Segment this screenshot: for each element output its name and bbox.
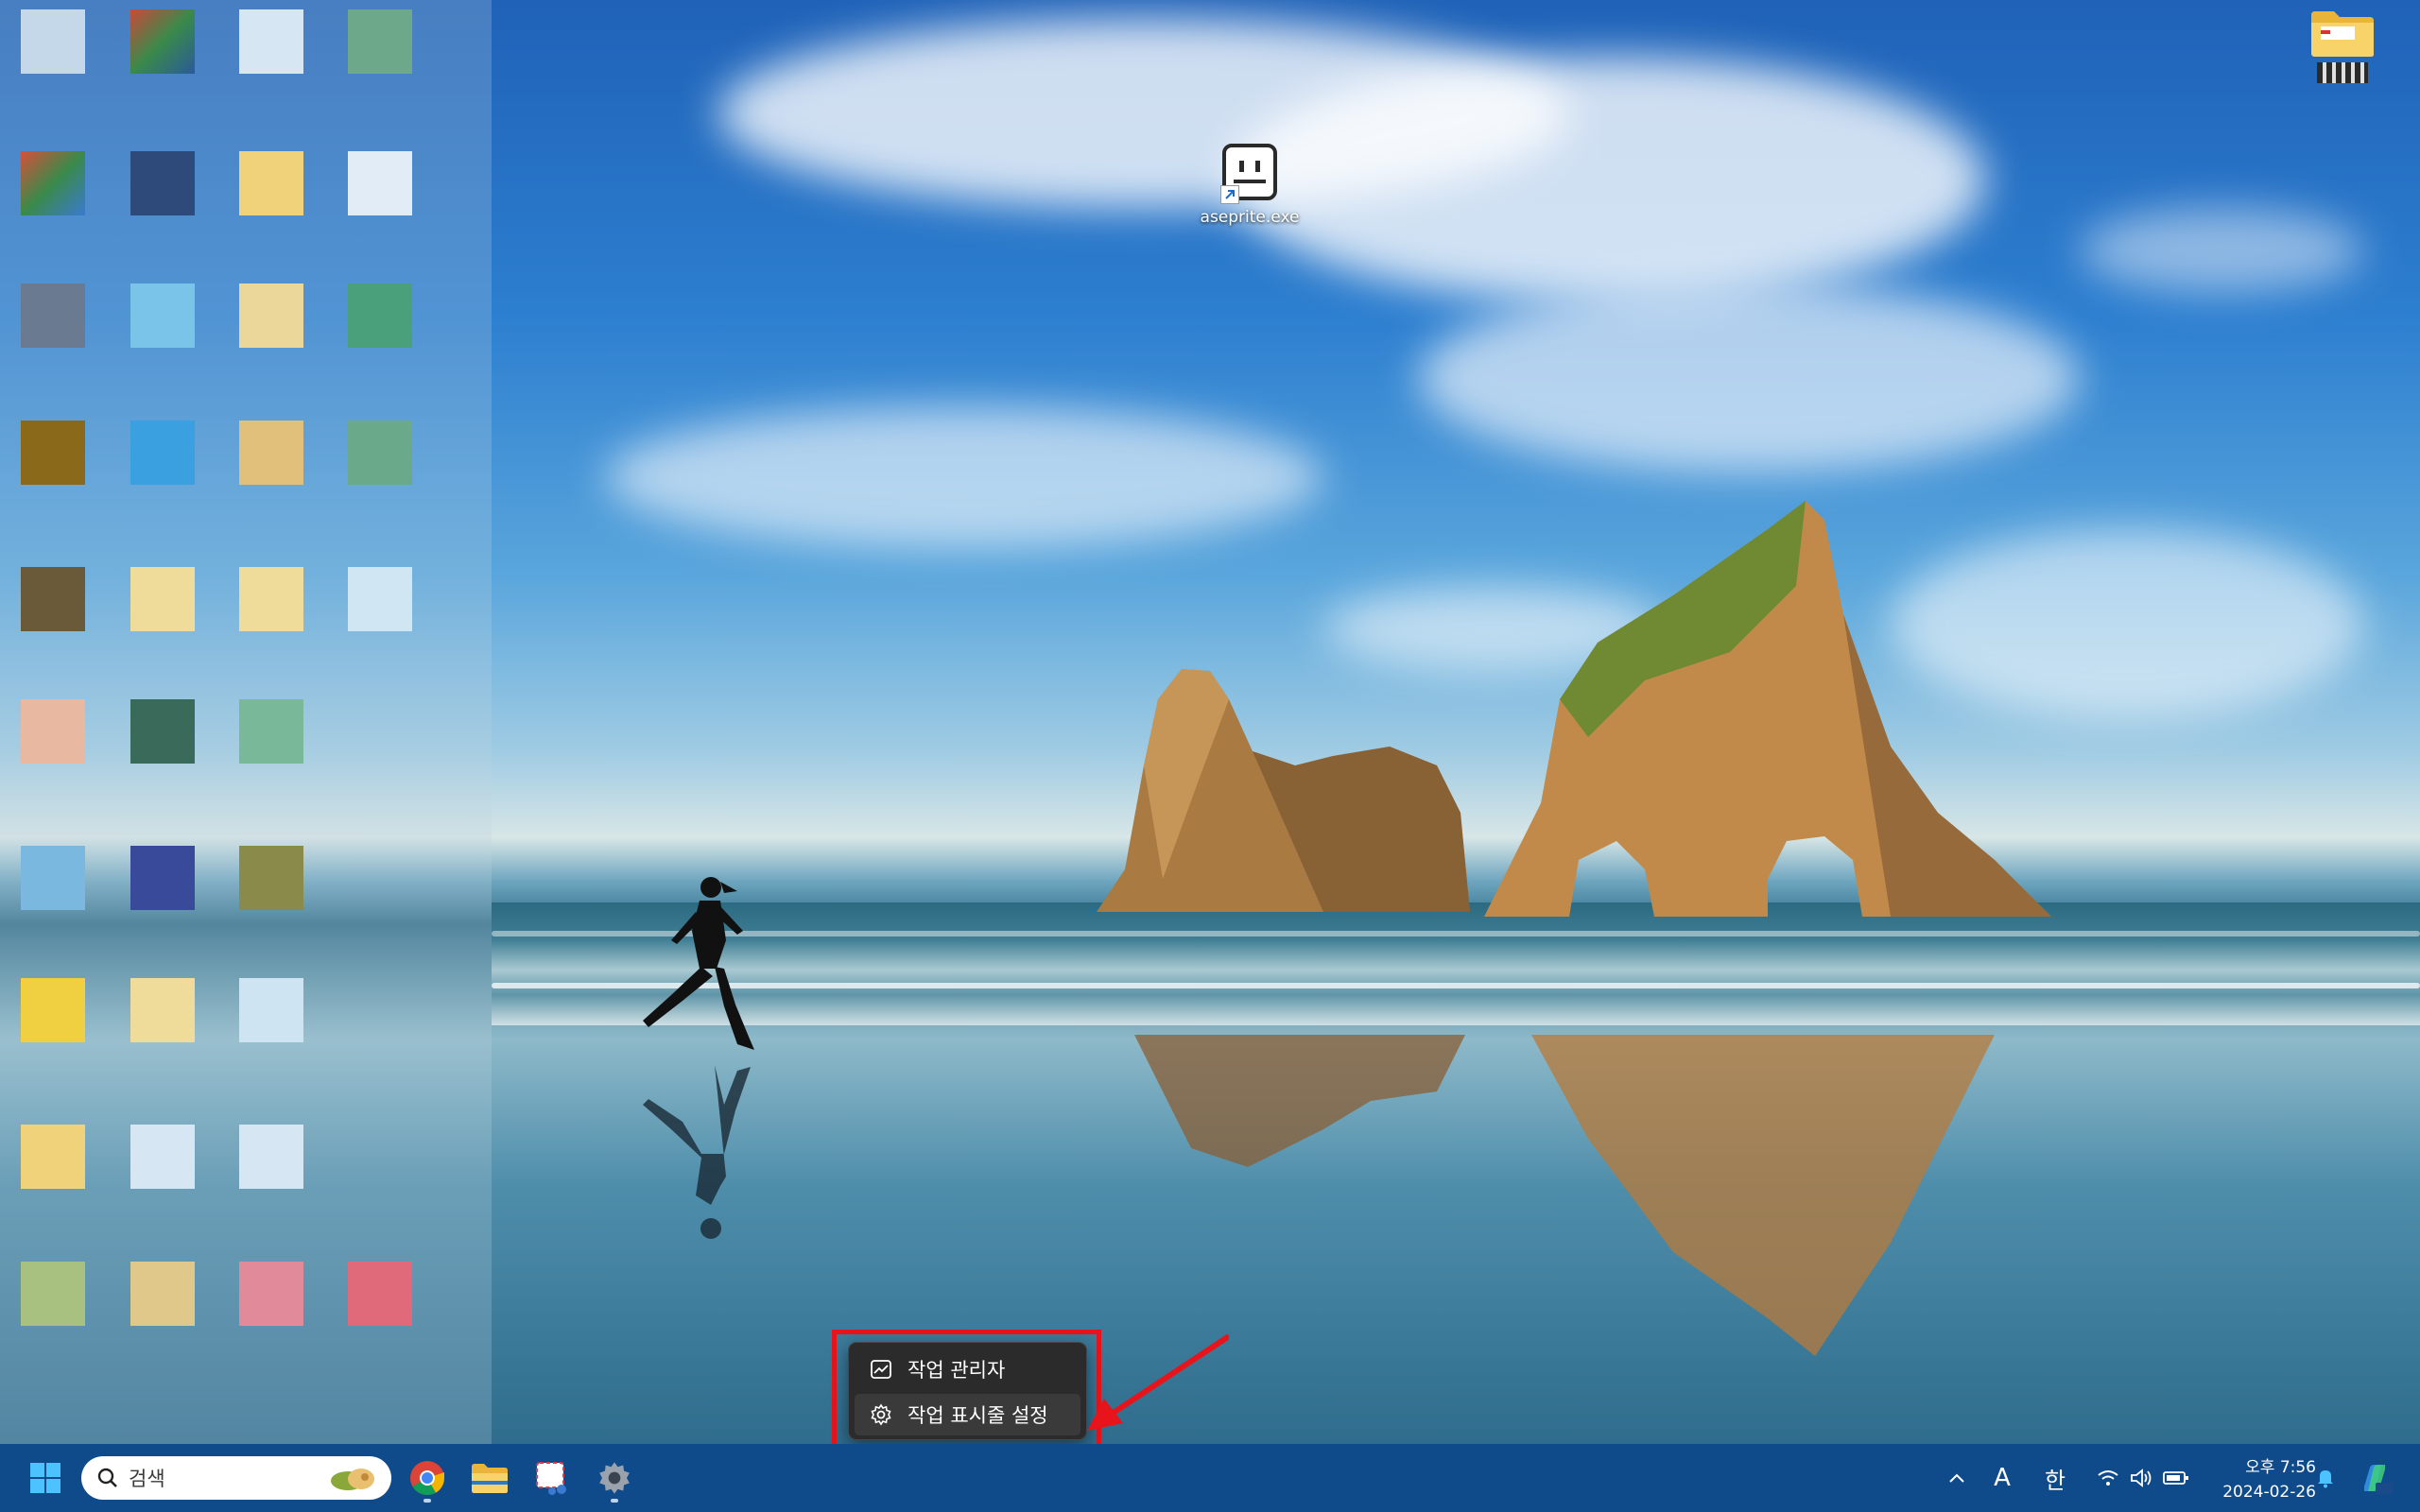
snipping-tool-icon <box>536 1462 566 1495</box>
obscured-icon <box>130 846 195 910</box>
wallpaper-surf <box>492 931 2420 936</box>
task-manager-icon <box>868 1356 894 1383</box>
obscured-icon <box>130 978 195 1042</box>
obscured-icon <box>348 151 412 215</box>
running-indicator <box>424 1499 431 1503</box>
taskbar-app-chrome[interactable] <box>401 1452 454 1504</box>
wallpaper-rock-arch <box>1484 501 2051 917</box>
obscured-icon <box>239 699 303 764</box>
obscured-icon <box>21 284 85 348</box>
obscured-desktop-icons <box>0 0 492 1444</box>
wifi-icon <box>2098 1470 2118 1486</box>
desktop-icon-aseprite[interactable]: aseprite.exe <box>1193 142 1306 227</box>
wallpaper-rock-left <box>1097 669 1470 912</box>
windows-logo-icon <box>30 1463 60 1493</box>
obscured-icon <box>21 151 85 215</box>
wallpaper-surf <box>492 983 2420 988</box>
obscured-icon <box>21 699 85 764</box>
wallpaper-cloud <box>2080 208 2363 293</box>
obscured-icon <box>239 1125 303 1189</box>
menu-item-label: 작업 관리자 <box>908 1359 1006 1382</box>
obscured-icon <box>130 1125 195 1189</box>
obscured-icon <box>21 1262 85 1326</box>
search-icon <box>97 1468 117 1487</box>
battery-icon <box>2163 1471 2188 1485</box>
obscured-icon <box>239 1262 303 1326</box>
obscured-icon <box>239 567 303 631</box>
wallpaper-sea <box>492 902 2420 1025</box>
obscured-icon <box>239 846 303 910</box>
menu-item-task-manager[interactable]: 작업 관리자 <box>855 1349 1080 1390</box>
obscured-icon <box>130 151 195 215</box>
obscured-icon <box>239 284 303 348</box>
desktop-icon-folder[interactable] <box>2305 8 2380 83</box>
taskbar[interactable]: 검색 A 한 오후 7:56 2024-02-26 <box>0 1444 2420 1512</box>
show-hidden-icons-button[interactable] <box>1940 1461 1974 1495</box>
clock-time: 오후 7:56 <box>2245 1458 2316 1477</box>
ime-mode-indicator[interactable]: A <box>1985 1459 2019 1497</box>
wallpaper-runner-reflection <box>643 1065 751 1239</box>
menu-item-label: 작업 표시줄 설정 <box>908 1404 1048 1427</box>
folder-icon <box>472 1464 508 1493</box>
obscured-icon <box>130 1262 195 1326</box>
obscured-icon <box>239 9 303 74</box>
copilot-icon <box>2364 1465 2393 1494</box>
obscured-icon <box>21 9 85 74</box>
obscured-icon <box>130 699 195 764</box>
bell-icon <box>2318 1470 2333 1488</box>
gear-icon <box>868 1401 894 1428</box>
folder-icon <box>2311 11 2374 57</box>
obscured-icon <box>130 567 195 631</box>
wallpaper-reflection <box>1134 1035 1465 1167</box>
start-button[interactable] <box>19 1452 72 1504</box>
search-placeholder: 검색 <box>129 1468 165 1490</box>
notifications-button[interactable] <box>2308 1461 2342 1495</box>
aseprite-app-icon <box>1220 142 1279 204</box>
obscured-icon <box>239 421 303 485</box>
chevron-up-icon <box>1949 1473 1964 1483</box>
taskbar-app-settings[interactable] <box>588 1452 641 1504</box>
taskbar-context-menu: 작업 관리자 작업 표시줄 설정 <box>848 1342 1087 1440</box>
ime-language-indicator[interactable]: 한 <box>2038 1459 2072 1497</box>
obscured-icon <box>348 421 412 485</box>
wallpaper-cloud <box>1418 284 2080 472</box>
copilot-button[interactable] <box>2354 1457 2395 1499</box>
chrome-icon <box>410 1461 444 1496</box>
obscured-icon <box>21 978 85 1042</box>
obscured-icon <box>239 978 303 1042</box>
obscured-icon <box>130 9 195 74</box>
desktop-icon-label: aseprite.exe <box>1200 208 1300 227</box>
wallpaper-reflection <box>1531 1035 1995 1356</box>
obscured-icon <box>21 421 85 485</box>
annotation-arrow <box>1087 1333 1229 1431</box>
volume-icon <box>2131 1469 2152 1487</box>
obscured-icon <box>348 567 412 631</box>
clock-date: 2024-02-26 <box>2222 1483 2316 1502</box>
obscured-icon <box>21 567 85 631</box>
running-indicator <box>611 1499 618 1503</box>
taskbar-app-file-explorer[interactable] <box>463 1452 516 1504</box>
obscured-icon <box>130 421 195 485</box>
search-highlight-icon <box>331 1469 374 1490</box>
obscured-icon <box>348 284 412 348</box>
taskbar-app-snipping-tool[interactable] <box>526 1452 579 1504</box>
menu-item-taskbar-settings[interactable]: 작업 표시줄 설정 <box>855 1394 1080 1435</box>
wallpaper-runner <box>643 877 754 1050</box>
system-clock[interactable]: 오후 7:56 2024-02-26 <box>2203 1450 2316 1506</box>
desktop-background[interactable]: aseprite.exe <box>0 0 2420 1444</box>
obscured-icon <box>21 1125 85 1189</box>
shortcut-arrow-icon <box>1220 185 1239 204</box>
quick-settings-button[interactable] <box>2091 1457 2195 1499</box>
obscured-icon <box>239 151 303 215</box>
obscured-folder-label <box>2317 62 2368 83</box>
obscured-icon <box>348 9 412 74</box>
gear-icon <box>599 1462 630 1494</box>
search-box[interactable]: 검색 <box>81 1456 391 1500</box>
wallpaper-cloud <box>1229 57 1985 302</box>
obscured-icon <box>348 1262 412 1326</box>
obscured-icon <box>21 846 85 910</box>
obscured-icon <box>130 284 195 348</box>
wallpaper-cloud <box>605 406 1323 548</box>
